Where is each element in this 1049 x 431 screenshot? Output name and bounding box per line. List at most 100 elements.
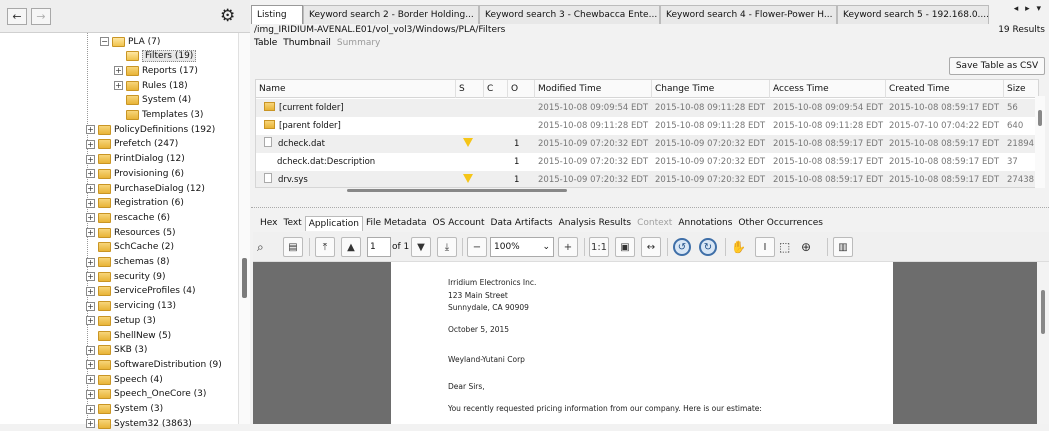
table-row[interactable]: [parent folder] 2015-10-08 09:11:28 EDT 20… [256, 117, 1038, 135]
tree-node[interactable]: SchCache (2) [86, 240, 174, 255]
expand-icon[interactable]: + [86, 345, 95, 355]
tab-application[interactable]: Application [304, 216, 363, 231]
tab-table[interactable]: Table [254, 38, 277, 48]
column-header[interactable]: Change Time [652, 80, 770, 98]
last-page-button[interactable]: ⤓ [437, 236, 457, 258]
expand-icon[interactable]: + [86, 184, 95, 193]
tree-node[interactable]: + PolicyDefinitions (192) [86, 122, 215, 137]
table-row[interactable]: [current folder] 2015-10-08 09:09:54 EDT 2… [256, 99, 1038, 117]
collapse-icon[interactable]: − [100, 37, 109, 46]
fit-page-icon[interactable]: ▣ [615, 236, 635, 258]
tree-node[interactable]: + Prefetch (247) [86, 137, 178, 152]
tab-annotations[interactable]: Annotations [675, 216, 735, 231]
table-row[interactable]: drv.sys 1 2015-10-09 07:20:32 EDT 2015-10-0… [256, 171, 1038, 187]
tab-os-account[interactable]: OS Account [430, 216, 488, 231]
tree-scrollbar-thumb[interactable] [242, 258, 247, 298]
tree-node[interactable]: + Speech (4) [86, 372, 163, 387]
expand-icon[interactable]: + [86, 139, 95, 149]
previous-page-button[interactable]: ▲ [341, 236, 361, 258]
column-header[interactable]: Created Time [886, 80, 1004, 98]
tree-node[interactable]: + rescache (6) [86, 210, 170, 225]
expand-icon[interactable]: + [86, 169, 95, 179]
tree-node[interactable]: − PLA (7) [100, 34, 160, 49]
tab-hex[interactable]: Hex [257, 216, 280, 231]
zoom-select[interactable]: 100% ⌄ [490, 237, 554, 257]
document-properties-icon[interactable]: ▤ [283, 236, 303, 258]
expand-icon[interactable]: + [86, 125, 95, 135]
tree-node[interactable]: + Setup (3) [86, 313, 156, 328]
tree-node[interactable]: + Speech_OneCore (3) [86, 387, 206, 402]
tab-thumbnail[interactable]: Thumbnail [283, 38, 331, 48]
rotate-counterclockwise-icon[interactable]: ↺ [673, 236, 691, 258]
back-button[interactable]: ← [7, 8, 27, 25]
expand-icon[interactable]: + [86, 316, 95, 326]
tree-node[interactable]: + Provisioning (6) [86, 166, 184, 181]
tree-node[interactable]: + PurchaseDialog (12) [86, 181, 205, 196]
tab-navigation[interactable]: ◂ ▸ ▾ [1014, 4, 1043, 14]
tab-keyword-search-3[interactable]: Keyword search 3 - Chewbacca Ente...✕ [479, 5, 660, 24]
tree-node[interactable]: + PrintDialog (12) [86, 152, 185, 167]
expand-icon[interactable]: + [86, 154, 95, 164]
column-header[interactable]: O [508, 80, 535, 98]
rotate-clockwise-icon[interactable]: ↻ [699, 236, 717, 258]
tab-context[interactable]: Context [634, 216, 675, 231]
text-select-icon[interactable]: I [755, 236, 775, 258]
tree-node[interactable]: + schemas (8) [86, 255, 169, 270]
tree-node[interactable]: + Registration (6) [86, 196, 184, 211]
column-header[interactable]: Size [1004, 80, 1038, 98]
tree-node[interactable]: + Rules (18) [114, 78, 188, 93]
tree-node[interactable]: Filters (19) [114, 49, 197, 64]
viewer-scrollbar-thumb[interactable] [1041, 290, 1045, 334]
zoom-out-button[interactable]: − [467, 236, 487, 258]
column-header[interactable]: Name [256, 80, 456, 98]
tab-analysis-results[interactable]: Analysis Results [556, 216, 634, 231]
binoculars-icon[interactable]: ⌕ [257, 236, 264, 258]
expand-icon[interactable]: + [114, 81, 123, 91]
expand-icon[interactable]: + [86, 257, 95, 267]
expand-icon[interactable]: + [86, 404, 95, 414]
tab-keyword-search-5[interactable]: Keyword search 5 - 192.168.0....✕ [837, 5, 989, 24]
expand-icon[interactable]: + [86, 375, 95, 385]
save-table-csv-button[interactable]: Save Table as CSV [949, 57, 1045, 75]
first-page-button[interactable]: ⤒ [315, 236, 335, 258]
viewer-scrollbar[interactable] [1037, 262, 1049, 424]
tab-other-occurrences[interactable]: Other Occurrences [735, 216, 826, 231]
table-scrollbar[interactable] [1035, 96, 1045, 188]
tree-scrollbar[interactable] [238, 33, 250, 424]
tree-node[interactable]: + security (9) [86, 269, 166, 284]
tree-node[interactable]: + Reports (17) [114, 63, 198, 78]
actual-size-icon[interactable]: 1:1 [589, 236, 609, 258]
expand-icon[interactable]: + [86, 198, 95, 208]
expand-icon[interactable]: + [86, 213, 95, 223]
expand-icon[interactable]: + [86, 286, 95, 296]
splitter[interactable] [251, 207, 1049, 211]
gear-icon[interactable]: ⚙ [220, 7, 235, 25]
column-header[interactable]: C [484, 80, 508, 98]
column-header[interactable]: Access Time [770, 80, 886, 98]
column-header[interactable]: Modified Time [535, 80, 652, 98]
tree-node[interactable]: Templates (3) [114, 108, 203, 123]
tab-text[interactable]: Text [280, 216, 304, 231]
tab-data-artifacts[interactable]: Data Artifacts [488, 216, 556, 231]
forward-button[interactable]: → [31, 8, 51, 25]
tree-node[interactable]: + Resources (5) [86, 225, 176, 240]
pan-hand-icon[interactable]: ✋ [731, 236, 746, 258]
tree-node[interactable]: + System (3) [86, 402, 163, 417]
table-row[interactable]: dcheck.dat 1 2015-10-09 07:20:32 EDT 2015-1… [256, 135, 1038, 153]
tree-node[interactable]: ShellNew (5) [86, 328, 171, 343]
tree-node[interactable]: + servicing (13) [86, 299, 176, 314]
next-page-button[interactable]: ▼ [411, 236, 431, 258]
zoom-in-button[interactable]: + [558, 236, 578, 258]
tree-node[interactable]: System (4) [114, 93, 191, 108]
tree-node[interactable]: + ServiceProfiles (4) [86, 284, 196, 299]
expand-icon[interactable]: + [86, 272, 95, 282]
column-header[interactable]: S [456, 80, 484, 98]
dynamic-zoom-icon[interactable]: ⊕ [801, 236, 811, 258]
page-number-input[interactable]: 1 [367, 237, 391, 257]
tab-keyword-search-2[interactable]: Keyword search 2 - Border Holding...✕ [303, 5, 479, 24]
expand-icon[interactable]: + [86, 228, 95, 238]
tab-summary[interactable]: Summary [337, 38, 381, 48]
tab-listing[interactable]: Listing [251, 5, 303, 24]
marquee-zoom-icon[interactable]: ⬚ [779, 236, 790, 258]
tab-file-metadata[interactable]: File Metadata [363, 216, 430, 231]
